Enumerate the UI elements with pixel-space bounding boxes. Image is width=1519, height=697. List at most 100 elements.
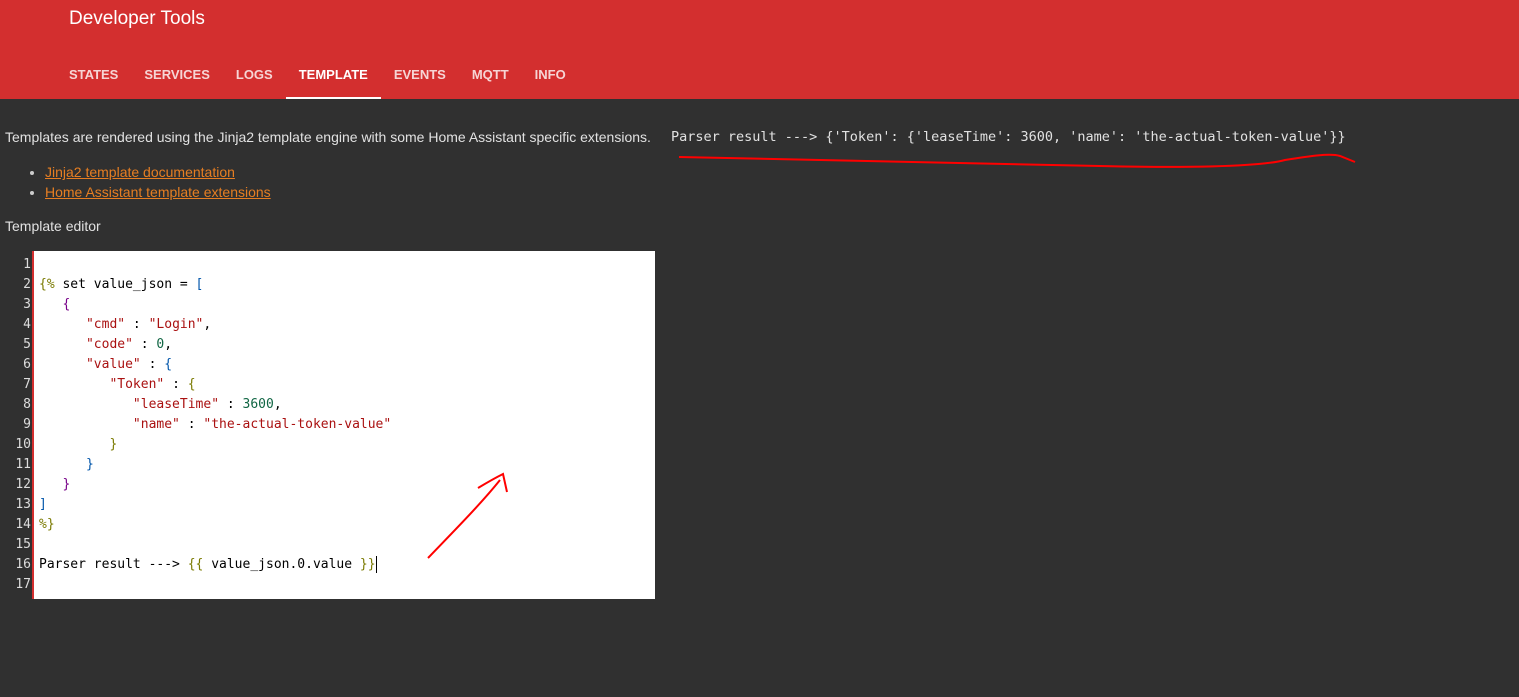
line-number: 13 bbox=[15, 497, 31, 512]
code-line[interactable]: 15 bbox=[0, 535, 655, 555]
code-token: {{ bbox=[187, 557, 204, 572]
line-number: 7 bbox=[23, 377, 31, 392]
code-token: "name" bbox=[132, 417, 180, 432]
code-line[interactable]: 2 {% set value_json = [ bbox=[0, 275, 655, 295]
app-header: Developer Tools States Services Logs Tem… bbox=[0, 0, 1519, 99]
code-text: } bbox=[39, 455, 94, 475]
code-line[interactable]: 6 "value" : { bbox=[0, 355, 655, 375]
line-number: 5 bbox=[23, 337, 31, 352]
code-line[interactable]: 13] bbox=[0, 495, 655, 515]
code-token: , bbox=[164, 337, 173, 352]
code-token: "code" bbox=[85, 337, 133, 352]
template-editor-label: Template editor bbox=[5, 218, 101, 234]
code-token: ] bbox=[39, 497, 47, 512]
code-line[interactable]: 14%} bbox=[0, 515, 655, 535]
code-token: value_json.0.value bbox=[203, 557, 360, 572]
text-cursor bbox=[375, 556, 377, 573]
line-number: 6 bbox=[23, 357, 31, 372]
code-text: "cmd" : "Login", bbox=[39, 315, 211, 335]
code-text: } bbox=[39, 475, 70, 495]
code-line[interactable]: 1 bbox=[0, 255, 655, 275]
line-number: 17 bbox=[15, 577, 31, 592]
code-token: %} bbox=[39, 517, 55, 532]
tab-mqtt[interactable]: MQTT bbox=[459, 56, 522, 99]
code-token: "the-actual-token-value" bbox=[203, 417, 392, 432]
line-number: 9 bbox=[23, 417, 31, 432]
code-token: : bbox=[125, 317, 149, 332]
code-token: : bbox=[132, 337, 157, 352]
line-number: 15 bbox=[15, 537, 31, 552]
template-editor[interactable]: 1 2 {% set value_json = [3 {4 "cmd" : "Log… bbox=[0, 251, 655, 599]
code-token: } bbox=[85, 457, 94, 472]
code-text: } bbox=[39, 435, 117, 455]
line-number: 11 bbox=[15, 457, 31, 472]
code-line[interactable]: 17 bbox=[0, 575, 655, 595]
line-number: 14 bbox=[15, 517, 31, 532]
tab-bar: States Services Logs Template Events MQT… bbox=[56, 56, 579, 99]
code-line[interactable]: 16 Parser result ---> {{ value_json.0.val… bbox=[0, 555, 655, 575]
code-token: }} bbox=[359, 557, 376, 572]
code-token: : bbox=[140, 357, 165, 372]
code-token: {% bbox=[39, 277, 55, 292]
code-line[interactable]: 10 } bbox=[0, 435, 655, 455]
code-text: "value" : { bbox=[39, 355, 172, 375]
code-token: } bbox=[109, 437, 118, 452]
code-text: Parser result ---> {{ value_json.0.value… bbox=[39, 555, 377, 575]
code-token: : bbox=[179, 417, 204, 432]
tab-logs[interactable]: Logs bbox=[223, 56, 286, 99]
code-token: } bbox=[62, 477, 71, 492]
code-token: "Token" bbox=[109, 377, 165, 392]
code-line[interactable]: 9 "name" : "the-actual-token-value" bbox=[0, 415, 655, 435]
code-token: "Login" bbox=[148, 317, 204, 332]
code-line[interactable]: 3 { bbox=[0, 295, 655, 315]
line-number: 3 bbox=[23, 297, 31, 312]
tab-services[interactable]: Services bbox=[131, 56, 223, 99]
code-token: "value" bbox=[85, 357, 141, 372]
code-token: , bbox=[203, 317, 212, 332]
tab-info[interactable]: Info bbox=[522, 56, 579, 99]
code-token: , bbox=[273, 397, 282, 412]
line-number: 4 bbox=[23, 317, 31, 332]
code-token: [ bbox=[195, 277, 204, 292]
code-token: : bbox=[219, 397, 243, 412]
page-title: Developer Tools bbox=[69, 8, 205, 29]
line-number: 2 bbox=[23, 277, 31, 292]
code-text: "leaseTime" : 3600, bbox=[39, 395, 282, 415]
doc-links: Jinja2 template documentation Home Assis… bbox=[27, 162, 271, 202]
code-line[interactable]: 8 "leaseTime" : 3600, bbox=[0, 395, 655, 415]
code-line[interactable]: 12 } bbox=[0, 475, 655, 495]
code-text: ] bbox=[39, 495, 47, 515]
code-text: %} bbox=[39, 515, 55, 535]
code-token: set value_json = bbox=[54, 277, 196, 292]
code-line[interactable]: 11 } bbox=[0, 455, 655, 475]
code-token: Parser result ---> bbox=[39, 557, 188, 572]
code-line[interactable]: 5 "code" : 0, bbox=[0, 335, 655, 355]
code-token: { bbox=[62, 297, 71, 312]
code-token: { bbox=[187, 377, 196, 392]
code-token: 3600 bbox=[242, 397, 274, 412]
jinja2-docs-link[interactable]: Jinja2 template documentation bbox=[45, 164, 235, 180]
ha-template-extensions-link[interactable]: Home Assistant template extensions bbox=[45, 184, 271, 200]
line-number: 8 bbox=[23, 397, 31, 412]
code-lines[interactable]: 1 2 {% set value_json = [3 {4 "cmd" : "Log… bbox=[0, 255, 655, 595]
tab-events[interactable]: Events bbox=[381, 56, 459, 99]
tab-states[interactable]: States bbox=[56, 56, 131, 99]
intro-text: Templates are rendered using the Jinja2 … bbox=[5, 129, 651, 145]
line-number: 16 bbox=[15, 557, 31, 572]
code-text: "code" : 0, bbox=[39, 335, 172, 355]
code-line[interactable]: 4 "cmd" : "Login", bbox=[0, 315, 655, 335]
code-text: { bbox=[39, 295, 70, 315]
underline-annotation bbox=[678, 153, 1356, 168]
code-token: : bbox=[164, 377, 188, 392]
code-line[interactable]: 7 "Token" : { bbox=[0, 375, 655, 395]
tab-template[interactable]: Template bbox=[285, 56, 381, 99]
line-number: 10 bbox=[15, 437, 31, 452]
